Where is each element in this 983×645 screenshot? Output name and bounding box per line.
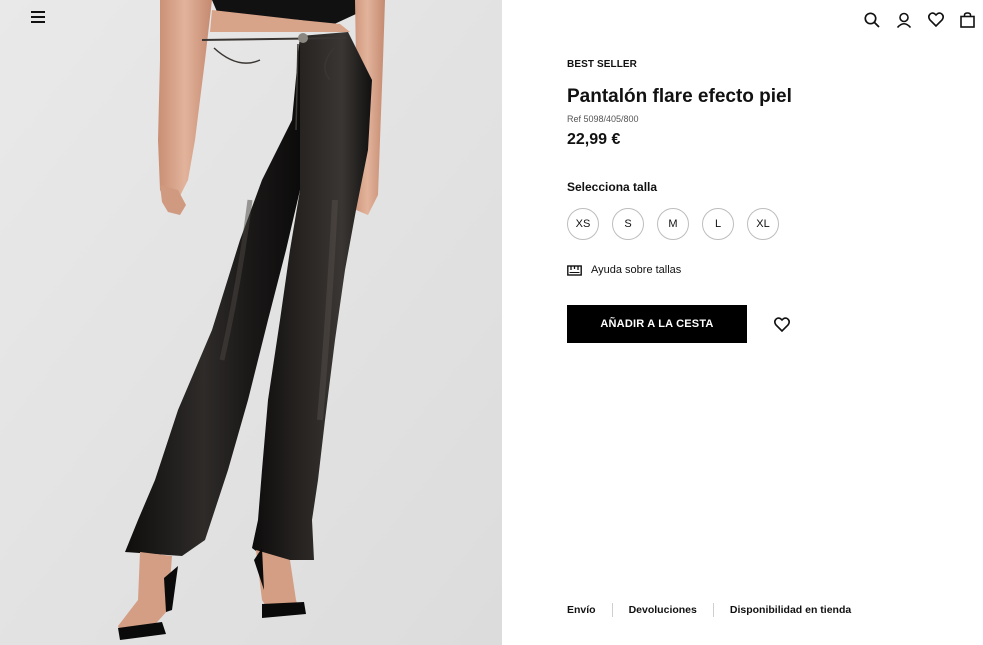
- size-option-xs[interactable]: XS: [567, 208, 599, 240]
- size-option-l[interactable]: L: [702, 208, 734, 240]
- product-image: [0, 0, 502, 645]
- size-option-xl[interactable]: XL: [747, 208, 779, 240]
- link-divider: [712, 603, 714, 617]
- heart-icon: [774, 316, 790, 332]
- product-photo: [0, 0, 502, 645]
- search-icon: [863, 11, 880, 28]
- account-icon: [896, 12, 911, 28]
- product-price: 22,99 €: [567, 131, 621, 148]
- product-badge: BEST SELLER: [567, 59, 637, 70]
- size-label: Selecciona talla: [567, 180, 658, 194]
- store-availability-link[interactable]: Disponibilidad en tienda: [730, 604, 851, 616]
- ruler-icon: [567, 265, 582, 276]
- link-divider: [611, 603, 613, 617]
- info-links: Envío Devoluciones Disponibilidad en tie…: [567, 603, 851, 617]
- bag-icon: [960, 11, 975, 28]
- size-help-label: Ayuda sobre tallas: [591, 264, 682, 276]
- heart-icon: [927, 12, 944, 27]
- size-option-m[interactable]: M: [657, 208, 689, 240]
- product-title: Pantalón flare efecto piel: [567, 86, 792, 107]
- menu-button[interactable]: [31, 11, 49, 27]
- wishlist-button[interactable]: [773, 315, 791, 333]
- bag-button[interactable]: [958, 10, 977, 29]
- shipping-link[interactable]: Envío: [567, 604, 596, 616]
- account-button[interactable]: [894, 10, 913, 29]
- size-option-s[interactable]: S: [612, 208, 644, 240]
- size-help-link[interactable]: Ayuda sobre tallas: [567, 264, 681, 276]
- header-actions: [862, 10, 977, 29]
- add-to-cart-button[interactable]: AÑADIR A LA CESTA: [567, 305, 747, 343]
- search-button[interactable]: [862, 10, 881, 29]
- menu-icon: [31, 11, 45, 23]
- returns-link[interactable]: Devoluciones: [629, 604, 697, 616]
- product-ref: Ref 5098/405/800: [567, 114, 639, 124]
- size-selector: XS S M L XL: [567, 208, 779, 240]
- wishlist-header-button[interactable]: [926, 10, 945, 29]
